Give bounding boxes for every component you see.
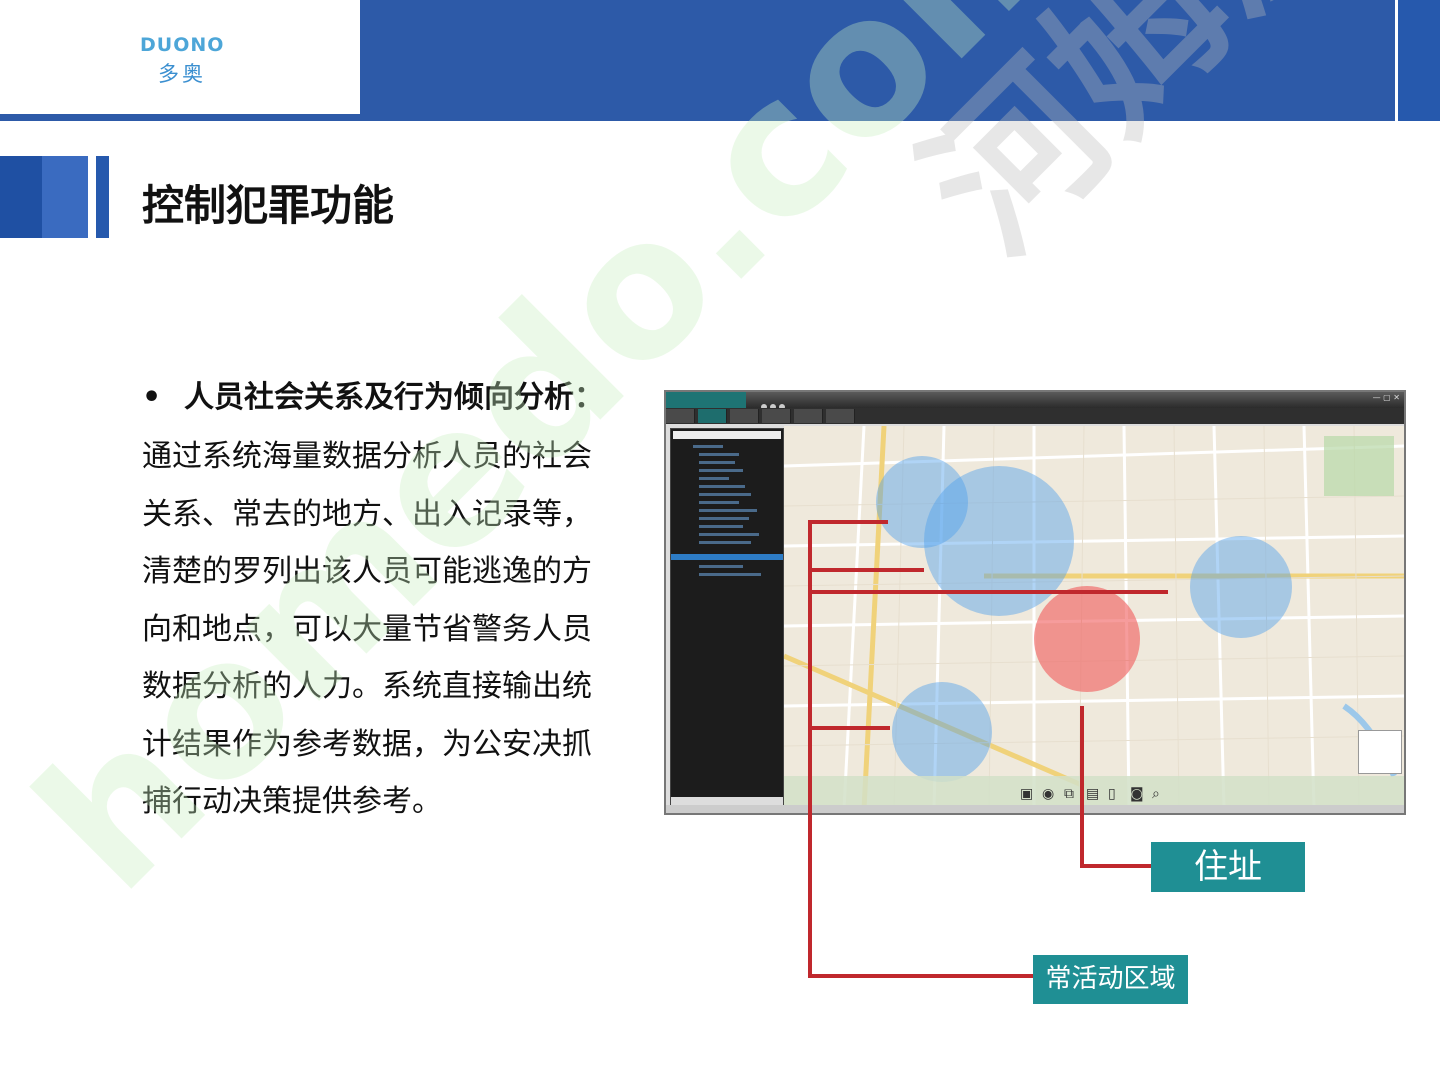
chart-icon: ▣ xyxy=(1020,786,1034,802)
title-bar-block-3 xyxy=(96,156,109,238)
page-title: 控制犯罪功能 xyxy=(142,181,395,230)
software-screenshot: — ▢ ✕ ▣ ◉ ⧉ ▤ ▯ ◙ ⌕ xyxy=(664,390,1406,815)
callout-frequent-area: 常活动区域 xyxy=(1033,955,1188,1004)
screenshot-statusbar xyxy=(666,805,1404,813)
bullet-paragraph: 通过系统海量数据分析人员的社会 关系、常去的地方、出入记录等， 清楚的罗列出该人… xyxy=(142,428,632,831)
network-icon: ⧉ xyxy=(1064,786,1074,802)
paragraph-line: 计结果作为参考数据，为公安决抓 xyxy=(142,726,592,762)
bullet-heading-text: 人员社会关系及行为倾向分析： xyxy=(184,380,604,415)
screenshot-tree-panel xyxy=(670,428,784,808)
logo-mark: DUONO xyxy=(140,34,225,56)
monitor-icon: ▤ xyxy=(1086,786,1100,802)
logo-area: DUONO 多奥 xyxy=(0,0,360,114)
activity-circle xyxy=(1190,536,1292,638)
bullet-dot-icon: • xyxy=(142,380,162,415)
header-band xyxy=(360,0,1395,121)
screenshot-tabs xyxy=(666,408,1404,424)
device-icon: ▯ xyxy=(1108,786,1116,802)
header-right-block xyxy=(1398,0,1440,121)
paragraph-line: 数据分析的人力。系统直接输出统 xyxy=(142,669,592,704)
bullet-heading: • 人员社会关系及行为倾向分析： xyxy=(142,372,604,416)
map-legend xyxy=(1358,730,1402,774)
paragraph-line: 关系、常去的地方、出入记录等， xyxy=(142,496,592,532)
title-bar-block-2 xyxy=(42,156,88,238)
title-bar-block-1 xyxy=(0,156,42,238)
camera-icon: ◙ xyxy=(1130,786,1144,802)
paragraph-line: 清楚的罗列出该人员可能逃逸的方 xyxy=(142,554,592,589)
paragraph-line: 向和地点，可以大量节省警务人员 xyxy=(142,611,592,647)
callout-address: 住址 xyxy=(1151,842,1305,892)
close-icon: — ▢ ✕ xyxy=(1372,393,1400,402)
search-icon: ⌕ xyxy=(1152,786,1160,802)
activity-circle xyxy=(892,682,992,782)
residence-circle xyxy=(1034,586,1140,692)
paragraph-line: 通过系统海量数据分析人员的社会 xyxy=(142,439,592,474)
logo-text: 多奥 xyxy=(158,62,206,86)
paragraph-line: 捕行动决策提供参考。 xyxy=(142,784,442,819)
window-controls-icon xyxy=(761,395,791,410)
activity-circle xyxy=(924,466,1074,616)
globe-icon: ◉ xyxy=(1042,786,1055,802)
screenshot-titlebar: — ▢ ✕ xyxy=(666,392,1404,410)
screenshot-map: ▣ ◉ ⧉ ▤ ▯ ◙ ⌕ xyxy=(784,426,1404,809)
header-bottom-strip xyxy=(0,114,360,121)
